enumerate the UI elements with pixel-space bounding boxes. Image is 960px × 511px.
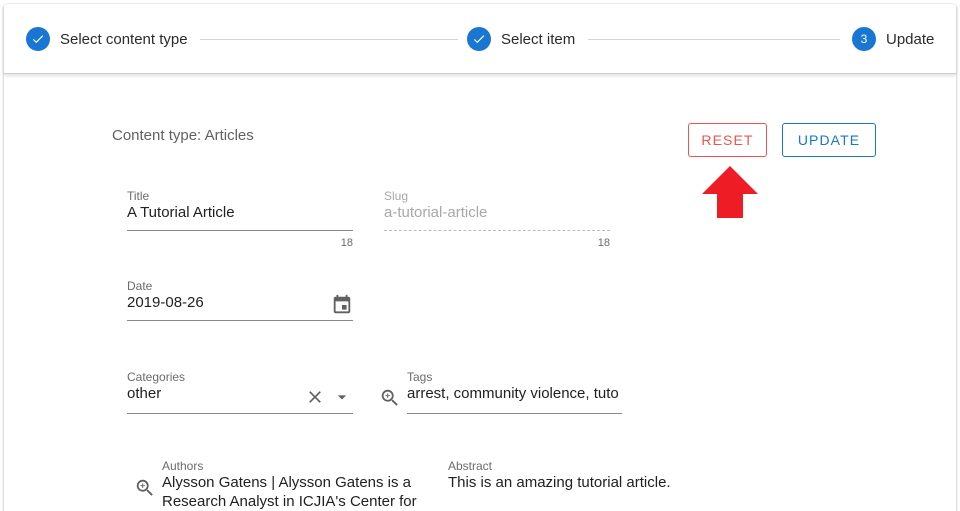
step-select-item[interactable]: Select item — [467, 27, 575, 51]
tags-input[interactable]: arrest, community violence, tuto — [407, 385, 622, 402]
step-label: Select content type — [60, 30, 188, 48]
step-update[interactable]: 3 Update — [852, 27, 934, 51]
abstract-input[interactable]: This is an amazing tutorial article. — [448, 474, 671, 491]
reset-button[interactable]: RESET — [688, 123, 767, 157]
title-char-counter: 18 — [340, 237, 353, 249]
slug-field: Slug a-tutorial-article 18 — [384, 189, 610, 254]
dropdown-arrow-icon[interactable] — [332, 387, 352, 407]
date-input[interactable]: 2019-08-26 — [127, 294, 204, 311]
close-icon[interactable] — [305, 387, 325, 407]
search-icon — [136, 479, 153, 496]
step-label: Select item — [501, 30, 576, 48]
date-underline — [127, 320, 353, 321]
authors-field[interactable]: Authors Alysson Gatens | Alysson Gatens … — [162, 459, 432, 511]
update-card: Select content type Select item 3 Update… — [4, 4, 956, 511]
categories-label: Categories — [127, 370, 186, 384]
slug-underline — [384, 230, 610, 231]
step-complete-check-icon — [26, 27, 50, 51]
date-label: Date — [127, 279, 153, 293]
title-underline — [127, 230, 353, 231]
date-field[interactable]: Date 2019-08-26 — [127, 279, 353, 329]
calendar-icon[interactable] — [331, 294, 353, 316]
abstract-label: Abstract — [448, 459, 493, 473]
step-label: Update — [886, 30, 935, 48]
slug-label: Slug — [384, 189, 409, 203]
step-number-badge: 3 — [852, 27, 876, 51]
title-input[interactable]: A Tutorial Article — [127, 204, 353, 221]
stepper-header: Select content type Select item 3 Update — [4, 4, 956, 74]
authors-input-line1[interactable]: Alysson Gatens | Alysson Gatens is a — [162, 474, 411, 491]
tags-underline — [407, 413, 622, 414]
content-type-label: Content type: Articles — [112, 127, 254, 144]
authors-input-line2[interactable]: Research Analyst in ICJIA's Center for — [162, 493, 417, 510]
tags-field[interactable]: Tags arrest, community violence, tuto — [407, 370, 622, 420]
search-icon — [381, 389, 398, 406]
step-complete-check-icon — [467, 27, 491, 51]
step-select-content-type[interactable]: Select content type — [26, 27, 188, 51]
categories-value[interactable]: other — [127, 385, 161, 402]
slug-char-counter: 18 — [597, 237, 610, 249]
step-divider — [588, 39, 840, 40]
tags-label: Tags — [407, 370, 433, 384]
update-button[interactable]: UPDATE — [782, 123, 876, 157]
categories-underline — [127, 413, 353, 414]
slug-input: a-tutorial-article — [384, 204, 488, 221]
title-field[interactable]: Title A Tutorial Article 18 — [127, 189, 353, 254]
abstract-field[interactable]: Abstract This is an amazing tutorial art… — [448, 459, 748, 509]
title-label: Title — [127, 189, 150, 203]
authors-label: Authors — [162, 459, 204, 473]
red-up-arrow-icon — [702, 166, 758, 218]
step-divider — [200, 39, 458, 40]
categories-select[interactable]: Categories other — [127, 370, 353, 420]
